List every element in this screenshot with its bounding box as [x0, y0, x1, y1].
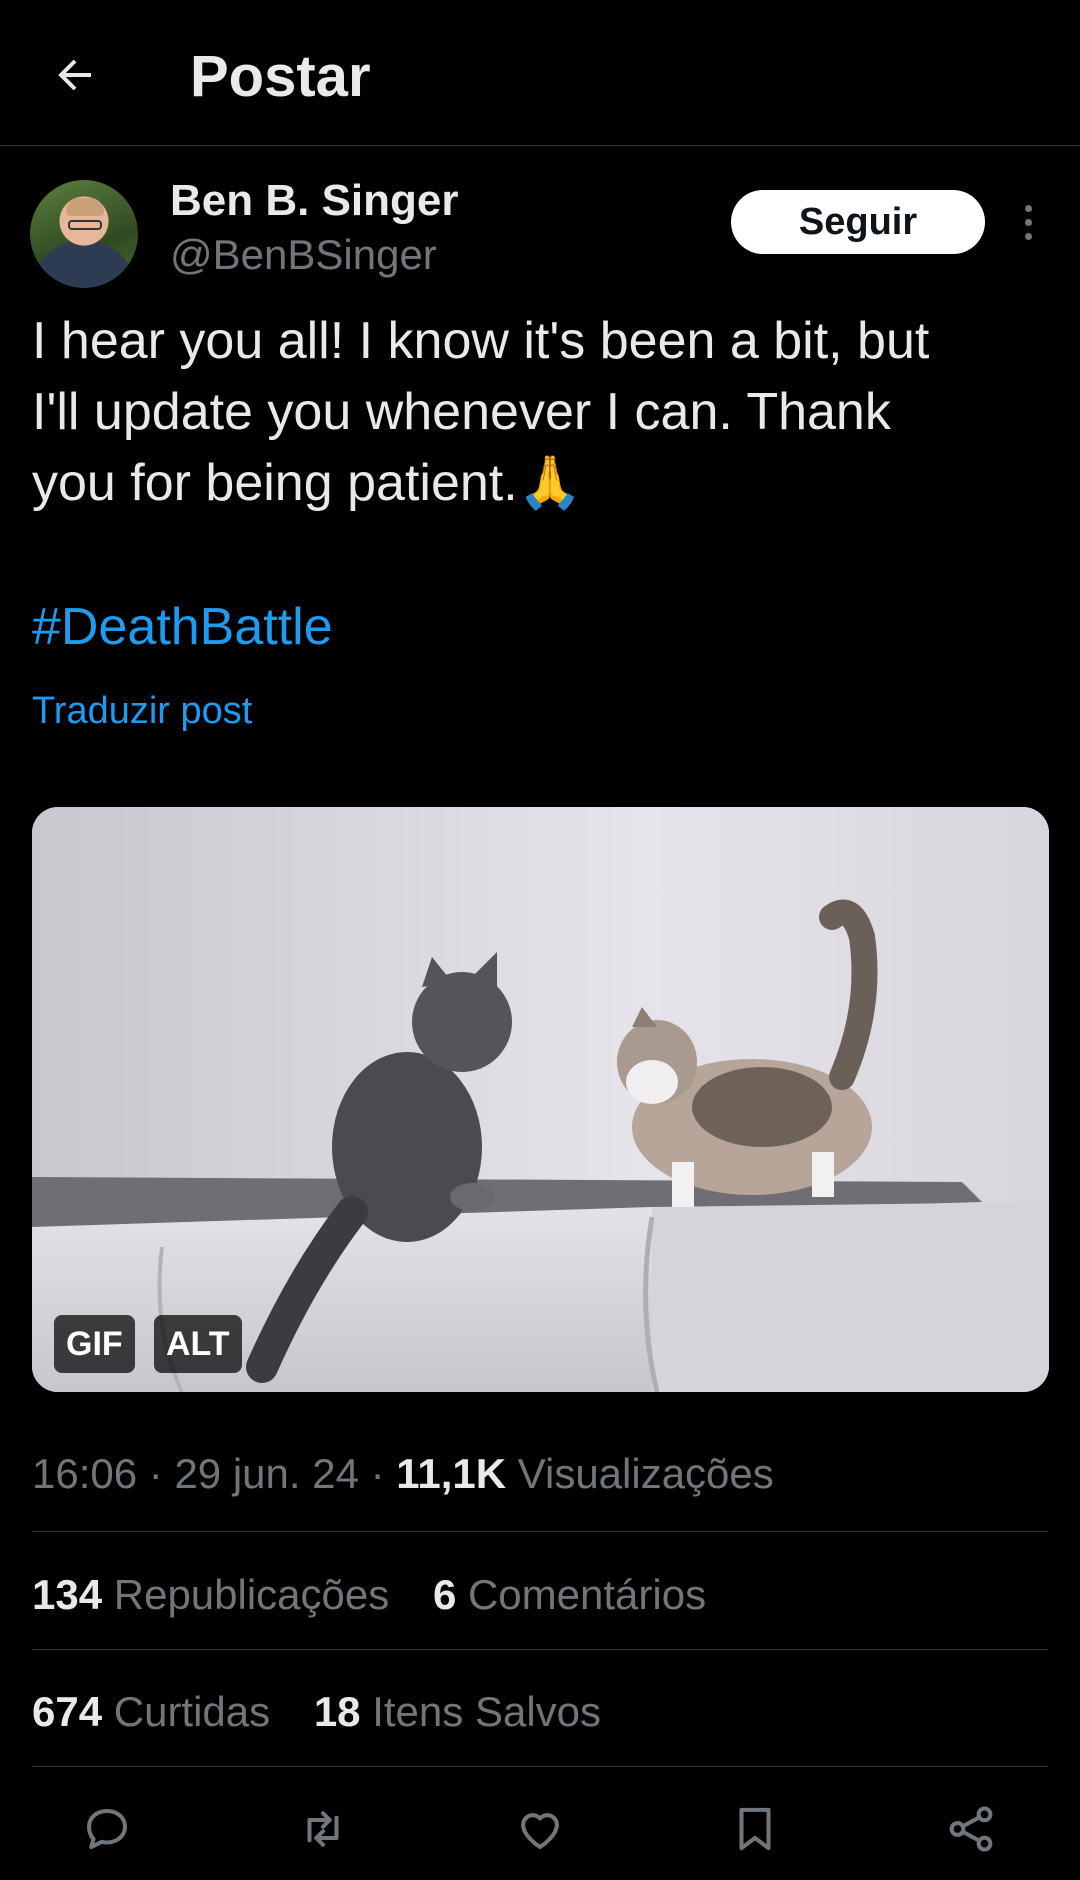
share-icon — [949, 1806, 993, 1852]
likes-stat[interactable]: 674 Curtidas — [32, 1682, 270, 1742]
views-label: Visualizações — [517, 1450, 774, 1497]
saves-label: Itens Salvos — [372, 1688, 602, 1735]
follow-button[interactable]: Seguir — [731, 190, 985, 254]
repost-icon — [307, 1811, 339, 1847]
more-options-icon[interactable] — [1010, 190, 1046, 254]
back-button[interactable] — [40, 40, 110, 110]
post-time: 16:06 — [32, 1450, 138, 1497]
arrow-left-icon — [58, 59, 91, 91]
cats-gif-image — [32, 807, 1049, 1392]
author-name[interactable]: Ben B. Singer — [170, 176, 459, 226]
like-button[interactable] — [505, 1794, 575, 1864]
alt-badge[interactable]: ALT — [154, 1315, 242, 1373]
page-title: Postar — [190, 44, 371, 109]
meta-separator: · — [148, 1450, 163, 1497]
reposts-stat[interactable]: 134 Republicações — [32, 1565, 389, 1625]
gif-badge: GIF — [54, 1315, 135, 1373]
author-row: Ben B. Singer @BenBSinger Seguir — [0, 170, 1080, 290]
author-handle[interactable]: @BenBSinger — [170, 230, 437, 280]
meta-separator: · — [370, 1450, 385, 1497]
comments-count: 6 — [432, 1571, 457, 1618]
hashtag-link[interactable]: #DeathBattle — [32, 592, 333, 663]
reply-icon — [86, 1808, 128, 1850]
stats-row-2: 674 Curtidas 18 Itens Salvos — [32, 1682, 633, 1742]
likes-count: 674 — [32, 1688, 103, 1735]
gif-media[interactable]: GIF ALT — [32, 807, 1049, 1392]
reposts-label: Republicações — [113, 1571, 390, 1618]
saves-count: 18 — [313, 1688, 361, 1735]
post-meta: 16:06 · 29 jun. 24 · 11,1K Visualizações — [32, 1444, 774, 1504]
divider — [32, 1649, 1048, 1650]
top-bar: Postar — [0, 0, 1080, 146]
action-bar — [0, 1794, 1080, 1864]
bookmark-button[interactable] — [720, 1794, 790, 1864]
translate-post-link[interactable]: Traduzir post — [32, 686, 252, 736]
divider — [32, 1766, 1048, 1767]
post-text: I hear you all! I know it's been a bit, … — [32, 312, 930, 512]
saves-stat[interactable]: 18 Itens Salvos — [314, 1682, 601, 1742]
comments-stat[interactable]: 6 Comentários — [433, 1565, 706, 1625]
comments-label: Comentários — [467, 1571, 707, 1618]
divider — [32, 1531, 1048, 1532]
bookmark-icon — [739, 1807, 771, 1851]
avatar[interactable] — [30, 180, 138, 288]
views-count: 11,1K — [396, 1450, 507, 1497]
reposts-count: 134 — [32, 1571, 103, 1618]
stats-row-1: 134 Republicações 6 Comentários — [32, 1565, 738, 1625]
likes-label: Curtidas — [113, 1688, 271, 1735]
share-button[interactable] — [936, 1794, 1006, 1864]
post-date: 29 jun. 24 — [174, 1450, 359, 1497]
like-icon — [521, 1813, 559, 1850]
reply-button[interactable] — [72, 1794, 142, 1864]
repost-button[interactable] — [288, 1794, 358, 1864]
